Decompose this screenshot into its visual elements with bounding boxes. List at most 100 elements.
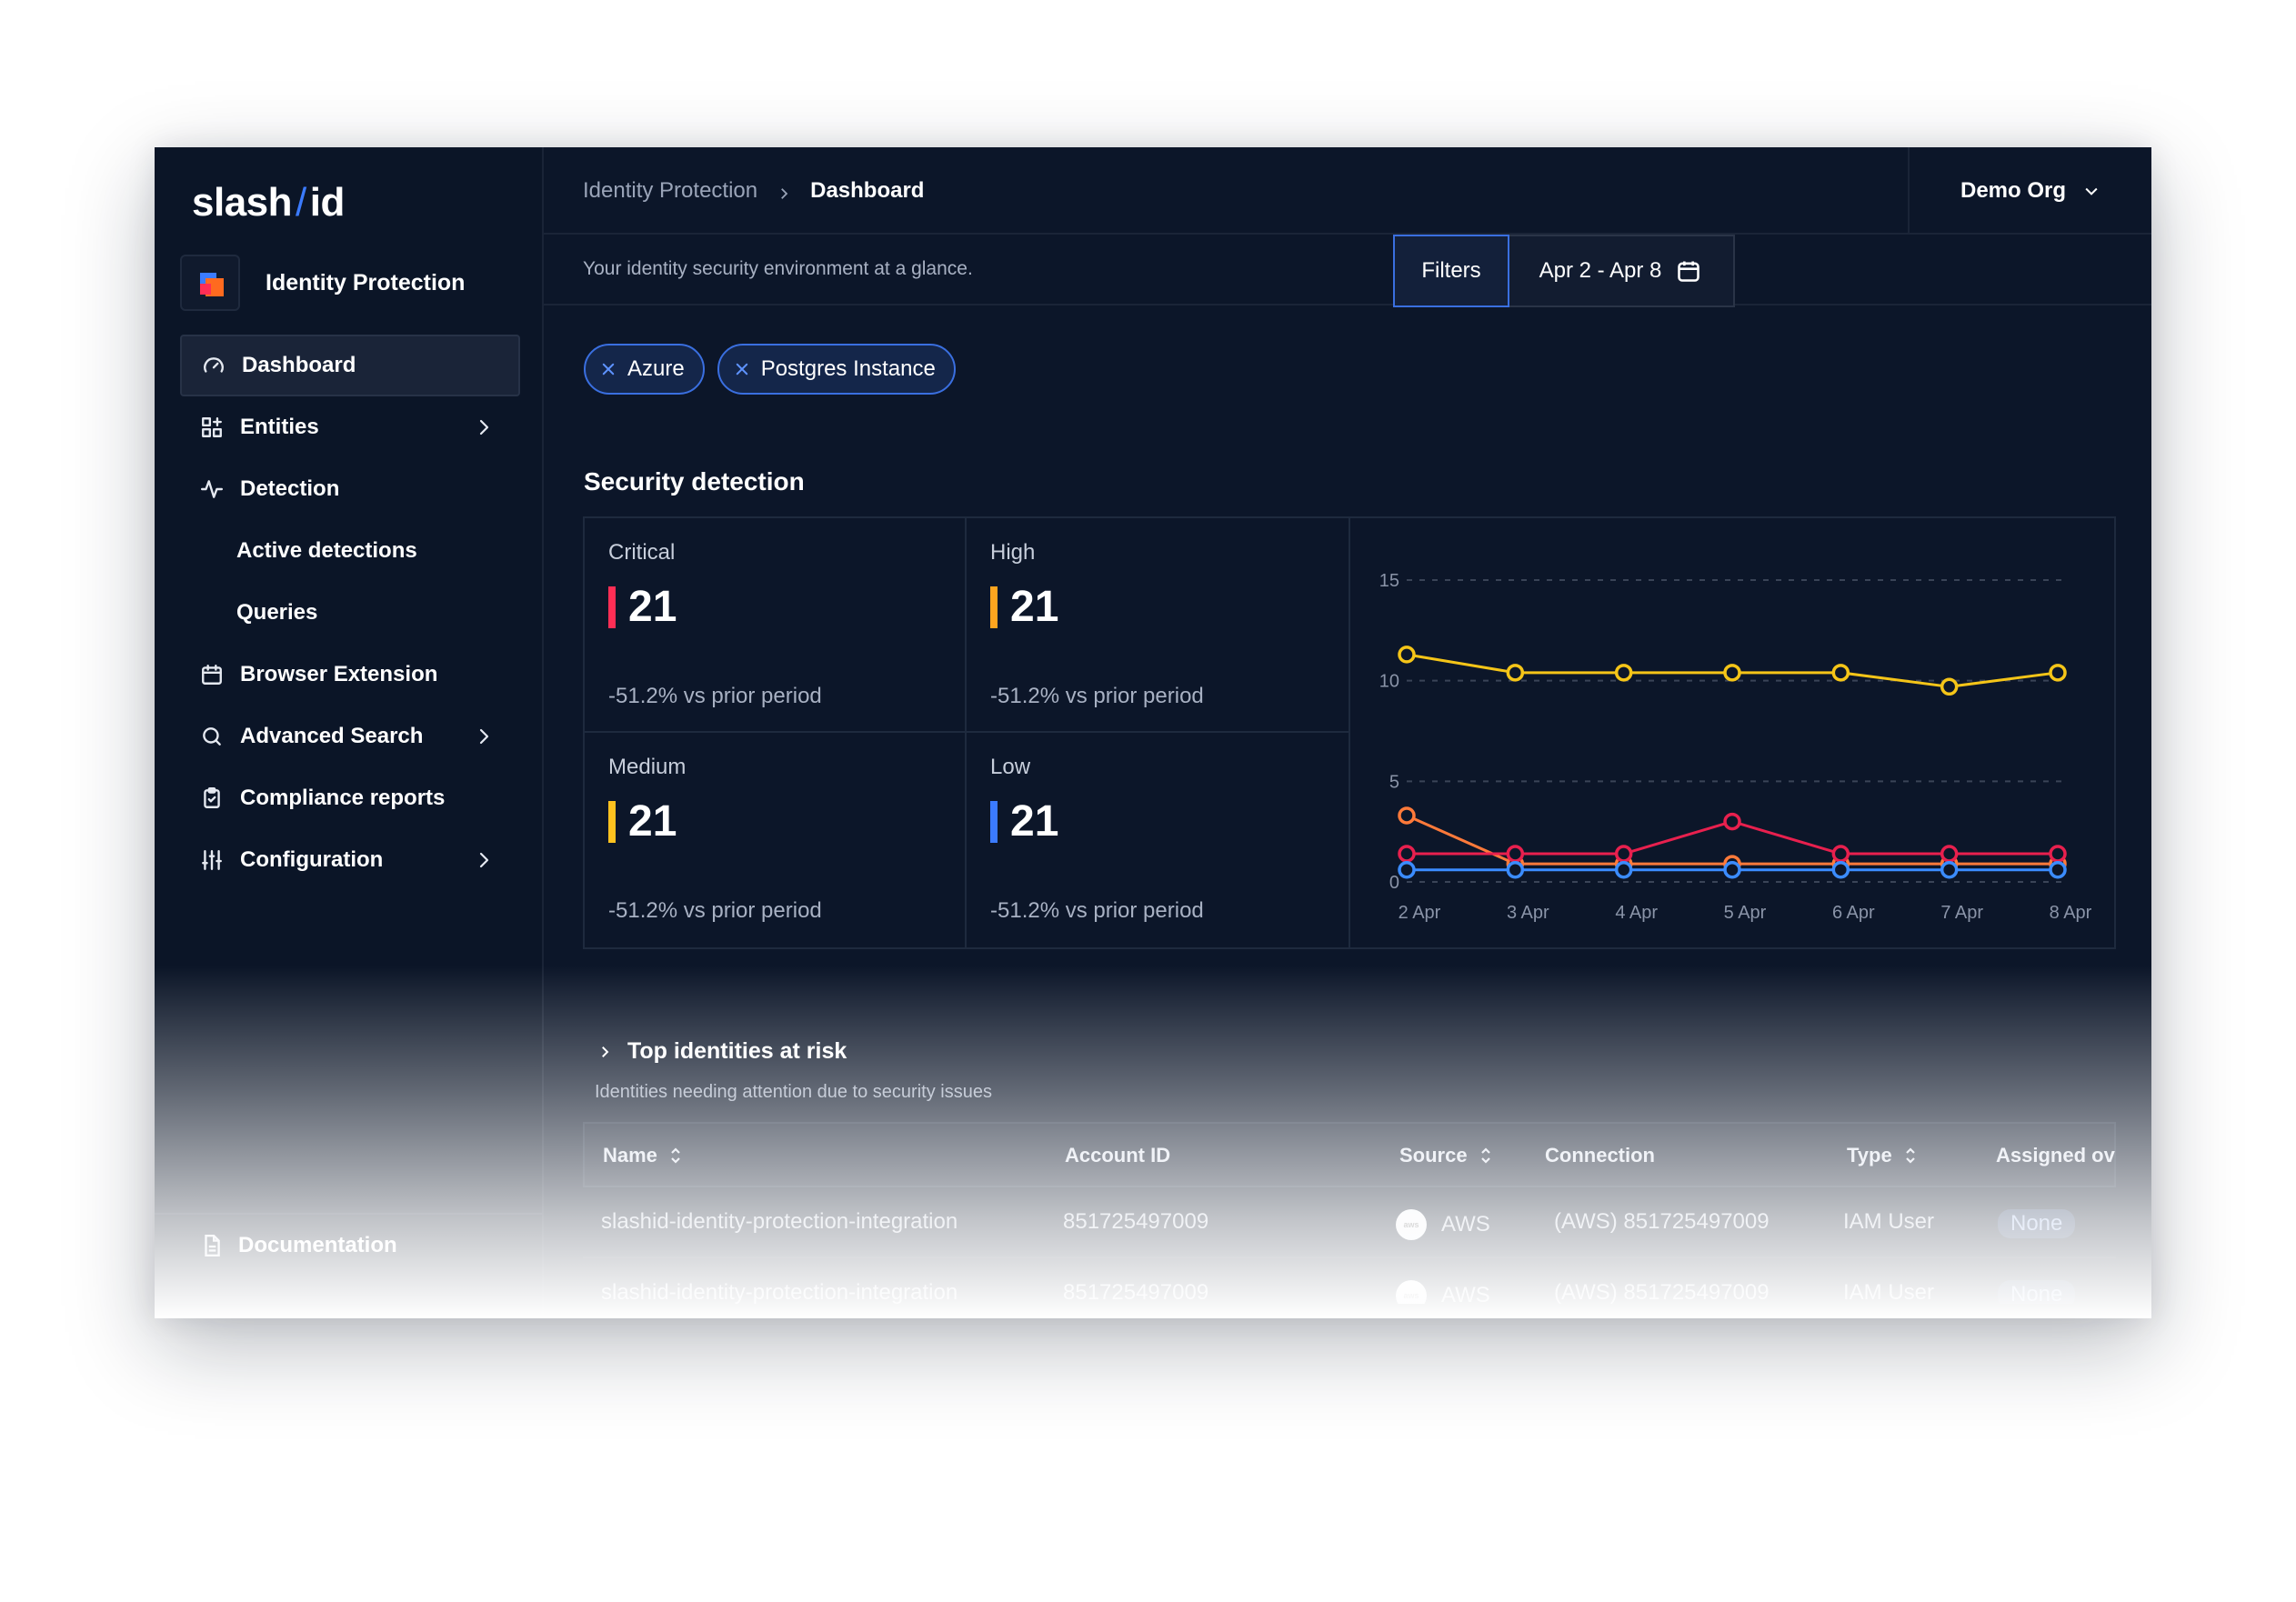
severity-card-critical[interactable]: Critical 21 -51.2% vs prior period xyxy=(585,518,967,733)
chevron-right-icon[interactable] xyxy=(473,849,495,871)
sidebar-item-label: Compliance reports xyxy=(240,786,446,810)
brand-logo[interactable]: slash/id xyxy=(192,180,345,225)
cell-connection: (AWS) 851725497009 xyxy=(1554,1280,1770,1304)
data-point xyxy=(1831,860,1850,879)
brand-logo-right: id xyxy=(309,180,346,225)
sidebar-item-advanced-search[interactable]: Advanced Search xyxy=(180,706,520,767)
severity-card-medium[interactable]: Medium 21 -51.2% vs prior period xyxy=(585,733,967,947)
aws-icon: aws xyxy=(1396,1209,1427,1240)
filter-chip-label: Azure xyxy=(627,356,685,381)
date-range-label: Apr 2 - Apr 8 xyxy=(1539,258,1662,283)
chevron-right-icon[interactable] xyxy=(473,726,495,747)
close-icon[interactable] xyxy=(734,361,750,377)
sidebar-item-label: Configuration xyxy=(240,847,384,872)
security-detection-panel: Critical 21 -51.2% vs prior period High … xyxy=(583,516,2116,949)
brand-logo-left: slash xyxy=(192,180,293,225)
data-point xyxy=(1723,860,1741,879)
data-point xyxy=(2049,664,2067,682)
sidebar-item-detection[interactable]: Detection xyxy=(180,458,520,520)
sidebar-item-label: Queries xyxy=(236,600,318,625)
sidebar-item-documentation[interactable]: Documentation xyxy=(200,1233,397,1258)
data-point xyxy=(1398,806,1416,825)
data-point xyxy=(1831,845,1850,863)
column-header-connection[interactable]: Connection xyxy=(1545,1144,1655,1167)
sidebar-item-entities[interactable]: Entities xyxy=(180,396,520,458)
filters-button[interactable]: Filters xyxy=(1393,235,1509,307)
product-name: Identity Protection xyxy=(266,269,466,295)
sidebar-item-queries[interactable]: Queries xyxy=(180,582,520,644)
table-row[interactable]: slashid-identity-protection-integration … xyxy=(583,1258,2116,1304)
close-icon[interactable] xyxy=(600,361,617,377)
column-label: Source xyxy=(1399,1144,1468,1166)
column-label: Name xyxy=(603,1144,657,1166)
column-header-account-id[interactable]: Account ID xyxy=(1065,1144,1170,1167)
sidebar-item-compliance-reports[interactable]: Compliance reports xyxy=(180,767,520,829)
clipboard-check-icon xyxy=(200,786,224,810)
card-count: 21 xyxy=(628,797,677,846)
brand-logo-slash: / xyxy=(296,180,306,225)
sidebar-item-dashboard[interactable]: Dashboard xyxy=(180,335,520,396)
risk-title: Top identities at risk xyxy=(627,1038,847,1064)
breadcrumb-current: Dashboard xyxy=(810,178,925,203)
x-tick-label: 3 Apr xyxy=(1507,903,1549,923)
table-header: Name Account ID Source Connection Type A… xyxy=(583,1122,2116,1187)
search-icon xyxy=(200,725,224,748)
cell-account-id: 851725497009 xyxy=(1063,1209,1209,1234)
y-tick-label: 0 xyxy=(1389,873,1399,893)
column-header-type[interactable]: Type xyxy=(1847,1144,1918,1167)
app-window: slash/id Identity Protection Dashboard E… xyxy=(155,147,2151,1318)
top-bar: Identity Protection Dashboard Demo Org xyxy=(544,147,2151,235)
data-point xyxy=(1614,664,1633,682)
filter-chip-postgres[interactable]: Postgres Instance xyxy=(717,344,956,395)
document-icon xyxy=(205,1234,220,1257)
cell-connection: (AWS) 851725497009 xyxy=(1554,1209,1770,1234)
column-label: Connection xyxy=(1545,1144,1655,1166)
sidebar-item-active-detections[interactable]: Active detections xyxy=(180,520,520,582)
cell-type: IAM User xyxy=(1843,1280,1935,1304)
chevron-down-icon xyxy=(2085,187,2098,195)
cell-type: IAM User xyxy=(1843,1209,1935,1234)
severity-bar xyxy=(608,800,616,843)
data-point xyxy=(1398,845,1416,863)
severity-card-low[interactable]: Low 21 -51.2% vs prior period xyxy=(967,733,1350,947)
cell-assigned: None xyxy=(1998,1280,2076,1304)
source-label: AWS xyxy=(1441,1212,1490,1237)
table-row[interactable]: slashid-identity-protection-integration … xyxy=(583,1187,2116,1258)
x-tick-label: 2 Apr xyxy=(1399,903,1441,923)
sidebar-item-label: Browser Extension xyxy=(240,662,438,686)
column-header-name[interactable]: Name xyxy=(603,1144,683,1167)
breadcrumb-item[interactable]: Identity Protection xyxy=(583,178,757,204)
sidebar-item-label: Active detections xyxy=(236,538,417,563)
column-header-source[interactable]: Source xyxy=(1399,1144,1493,1167)
product-switcher[interactable]: Identity Protection xyxy=(180,255,465,311)
data-point xyxy=(1614,860,1633,879)
cell-name[interactable]: slashid-identity-protection-integration xyxy=(601,1209,958,1235)
filter-chip-azure[interactable]: Azure xyxy=(584,344,705,395)
severity-card-high[interactable]: High 21 -51.2% vs prior period xyxy=(967,518,1350,733)
data-point xyxy=(1614,845,1633,863)
section-title: Security detection xyxy=(584,467,805,496)
card-count: 21 xyxy=(628,583,677,631)
risk-subtitle: Identities needing attention due to secu… xyxy=(595,1082,992,1102)
risk-section-toggle[interactable]: Top identities at risk xyxy=(597,1038,847,1065)
sub-header: Your identity security environment at a … xyxy=(544,235,2151,305)
calendar-icon xyxy=(1678,261,1700,282)
data-point xyxy=(1723,812,1741,831)
sort-icon xyxy=(671,1147,680,1164)
sort-icon xyxy=(1480,1147,1490,1164)
aws-icon: aws xyxy=(1396,1280,1427,1304)
filter-chip-label: Postgres Instance xyxy=(760,356,936,381)
column-header-assigned[interactable]: Assigned ov xyxy=(1996,1144,2115,1167)
sidebar-item-browser-extension[interactable]: Browser Extension xyxy=(180,644,520,706)
cell-assigned: None xyxy=(1998,1209,2076,1238)
sidebar-item-label: Entities xyxy=(240,415,319,439)
cell-name[interactable]: slashid-identity-protection-integration xyxy=(601,1280,958,1304)
card-count: 21 xyxy=(1010,797,1059,846)
org-selector[interactable]: Demo Org xyxy=(1908,147,2151,235)
chevron-right-icon[interactable] xyxy=(473,416,495,438)
date-range-picker[interactable]: Apr 2 - Apr 8 xyxy=(1508,235,1735,307)
sidebar-item-label: Documentation xyxy=(238,1233,397,1257)
y-tick-label: 15 xyxy=(1379,571,1399,591)
sidebar-item-configuration[interactable]: Configuration xyxy=(180,829,520,891)
data-point xyxy=(2049,860,2067,879)
